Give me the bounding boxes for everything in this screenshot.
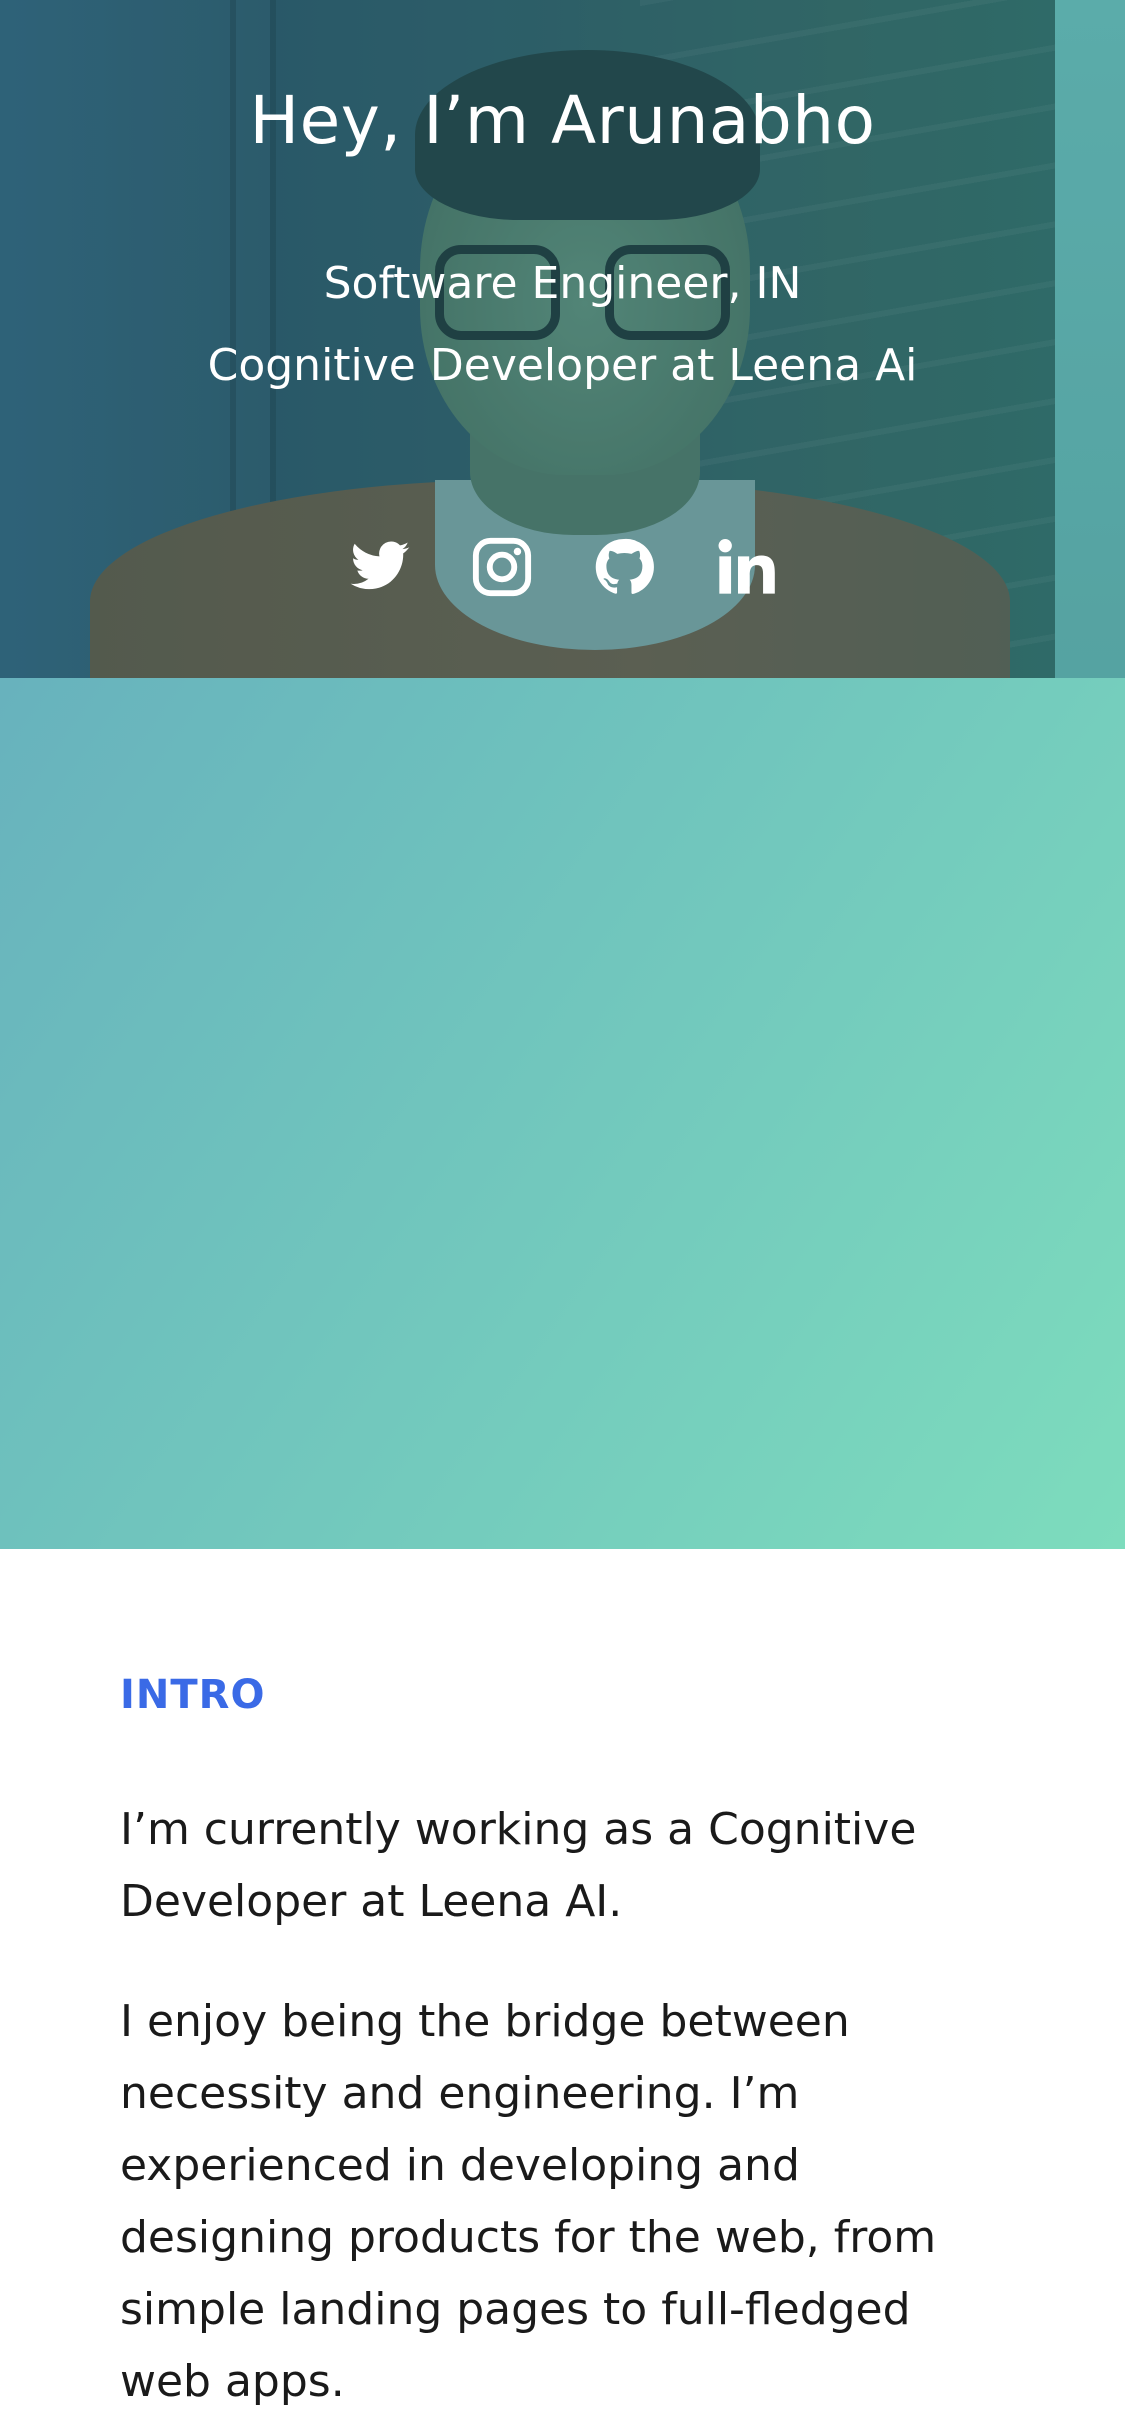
github-icon[interactable] [592,535,656,599]
intro-heading: INTRO [120,1672,266,1718]
hero-subtitle-company: Cognitive Developer at Leena Ai [207,340,918,391]
hero-subtitle-role: Software Engineer, IN [323,258,802,309]
hero-section: Hey, I’m Arunabho Software Engineer, IN … [0,0,1125,1549]
linkedin-icon[interactable] [714,535,778,599]
hero-title: Hey, I’m Arunabho [249,82,876,159]
page: Hey, I’m Arunabho Software Engineer, IN … [0,0,1125,2435]
twitter-icon[interactable] [348,535,412,599]
social-links [0,535,1125,599]
instagram-icon[interactable] [470,535,534,599]
intro-paragraph-2: I enjoy being the bridge between necessi… [120,1996,937,2407]
intro-paragraph-1: I’m currently working as a Cognitive Dev… [120,1804,917,1927]
intro-section: INTRO I’m currently working as a Cogniti… [0,1549,1125,2435]
